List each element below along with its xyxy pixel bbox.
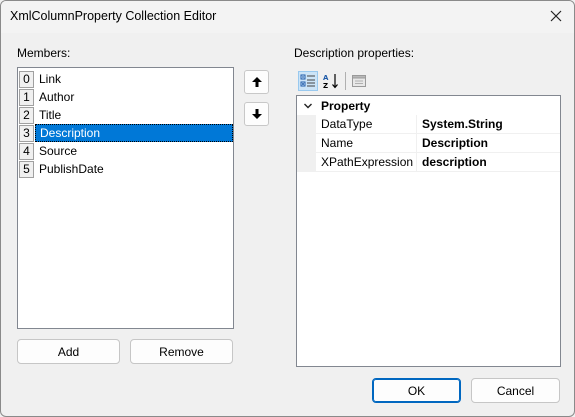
close-icon bbox=[550, 10, 562, 22]
member-index: 0 bbox=[19, 70, 34, 88]
property-value[interactable]: Description bbox=[417, 134, 560, 153]
list-item[interactable]: 5 PublishDate bbox=[19, 160, 233, 178]
close-button[interactable] bbox=[538, 1, 574, 31]
remove-button[interactable]: Remove bbox=[130, 339, 233, 364]
members-label: Members: bbox=[17, 46, 71, 60]
member-label: Author bbox=[39, 90, 75, 104]
add-button[interactable]: Add bbox=[17, 339, 120, 364]
list-item[interactable]: 4 Source bbox=[19, 142, 233, 160]
move-down-button[interactable] bbox=[244, 102, 269, 126]
property-pages-button[interactable] bbox=[349, 71, 369, 91]
member-index: 4 bbox=[19, 142, 34, 160]
categorized-icon bbox=[300, 74, 315, 87]
member-index: 1 bbox=[19, 88, 34, 106]
member-label: PublishDate bbox=[39, 162, 104, 176]
list-item[interactable]: 0 Link bbox=[19, 70, 233, 88]
member-label: Title bbox=[39, 108, 62, 122]
cancel-button[interactable]: Cancel bbox=[471, 378, 560, 403]
sort-alphabetical-icon: A Z bbox=[323, 74, 338, 90]
member-index: 3 bbox=[19, 124, 34, 142]
list-item-selected[interactable]: 3 Description bbox=[19, 124, 233, 142]
category-label: Property bbox=[321, 98, 371, 113]
property-name: XPathExpression bbox=[316, 153, 417, 172]
list-item[interactable]: 1 Author bbox=[19, 88, 233, 106]
member-index: 2 bbox=[19, 106, 34, 124]
row-margin bbox=[297, 115, 316, 134]
arrow-up-icon bbox=[251, 77, 262, 87]
members-list[interactable]: 0 Link 1 Author 2 Title 3 Description 4 … bbox=[17, 67, 234, 329]
arrow-down-icon bbox=[251, 109, 262, 119]
alphabetical-button[interactable]: A Z bbox=[321, 71, 341, 91]
svg-text:Z: Z bbox=[323, 82, 328, 90]
toolbar-divider bbox=[345, 72, 346, 90]
row-margin bbox=[297, 153, 316, 172]
title-bar: XmlColumnProperty Collection Editor bbox=[1, 1, 574, 33]
row-margin bbox=[297, 134, 316, 153]
property-grid[interactable]: Property DataType System.String Name Des… bbox=[296, 95, 561, 367]
member-label: Description bbox=[35, 124, 233, 142]
categorized-button[interactable] bbox=[298, 71, 318, 91]
member-index: 5 bbox=[19, 160, 34, 178]
move-up-button[interactable] bbox=[244, 70, 269, 94]
property-value[interactable]: description bbox=[417, 153, 560, 172]
property-pages-icon bbox=[352, 75, 366, 87]
list-item[interactable]: 2 Title bbox=[19, 106, 233, 124]
window-title: XmlColumnProperty Collection Editor bbox=[10, 9, 217, 23]
member-label: Source bbox=[39, 144, 78, 158]
property-row[interactable]: DataType System.String bbox=[297, 115, 560, 134]
chevron-down-icon[interactable] bbox=[297, 101, 319, 111]
ok-button[interactable]: OK bbox=[372, 378, 461, 403]
properties-label: Description properties: bbox=[294, 46, 415, 60]
property-row[interactable]: XPathExpression description bbox=[297, 153, 560, 172]
member-label: Link bbox=[39, 72, 62, 86]
property-name: Name bbox=[316, 134, 417, 153]
property-row[interactable]: Name Description bbox=[297, 134, 560, 153]
collection-editor-dialog: XmlColumnProperty Collection Editor Memb… bbox=[0, 0, 575, 417]
svg-text:A: A bbox=[323, 74, 329, 82]
category-row[interactable]: Property bbox=[297, 96, 560, 115]
property-value[interactable]: System.String bbox=[417, 115, 560, 134]
property-name: DataType bbox=[316, 115, 417, 134]
